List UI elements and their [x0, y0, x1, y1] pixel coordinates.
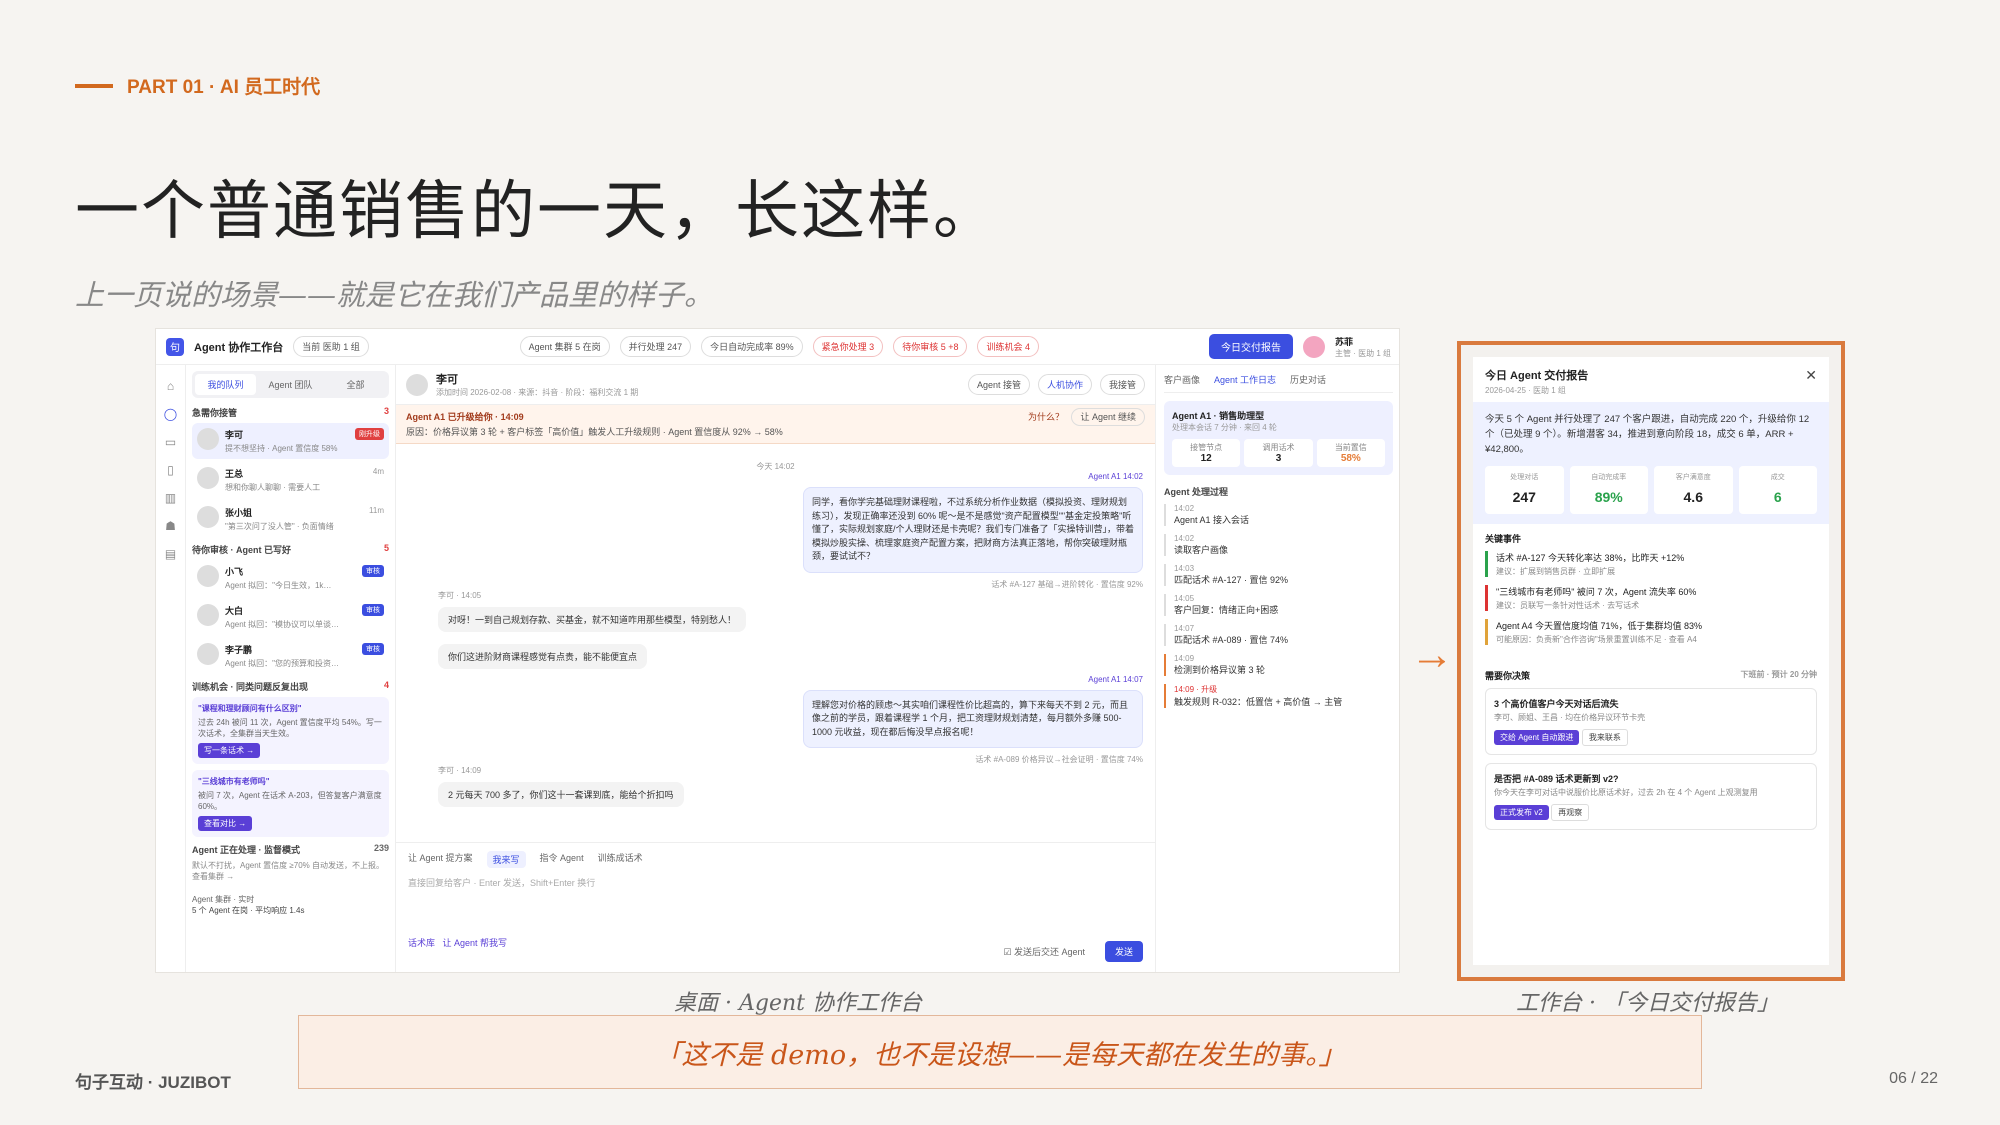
workbench-screenshot: 句 Agent 协作工作台 当前 医助 1 组 Agent 集群 5 在岗 并行… — [155, 328, 1400, 973]
app-topbar: 句 Agent 协作工作台 当前 医助 1 组 Agent 集群 5 在岗 并行… — [156, 329, 1399, 365]
chart-icon[interactable]: ▥ — [156, 491, 185, 505]
agent-message: 同学，看你学完基础理财课程啦，不过系统分析作业数据（模拟投资、理财规划练习），发… — [803, 487, 1143, 573]
avatar[interactable] — [1302, 335, 1325, 358]
fleet-label: Agent 集群 · 实时 — [192, 895, 255, 904]
chat-meta: 添加时间 2026-02-08 · 来源：抖音 · 阶段：福利交流 1 期 — [436, 388, 639, 397]
book-icon[interactable]: ▯ — [156, 463, 185, 477]
key-events: 关键事件 话术 #A-127 今天转化率达 38%，比昨天 +12% 建议：扩展到… — [1473, 524, 1829, 661]
section-label: PART 01 · AI 员工时代 — [75, 72, 320, 99]
caption-left: 桌面 · Agent 协作工作台 — [674, 991, 922, 1016]
alert-urgent[interactable]: 紧急你处理 3 — [812, 336, 884, 357]
arrow-right-icon: → — [1410, 630, 1454, 679]
tab-agent-log[interactable]: Agent 工作日志 — [1214, 373, 1276, 386]
agent-summary[interactable]: Agent A1 · 销售助理型 处理本会话 7 分钟 · 来回 4 轮 接管节… — [1164, 401, 1393, 475]
status-pill-rate: 今日自动完成率 89% — [701, 336, 803, 357]
list-item[interactable]: 李可 提不想坚持 · Agent 置信度 58% 刚升级 — [192, 423, 389, 459]
urgent-count: 3 — [383, 406, 389, 416]
list-item[interactable]: 王总 想和你聊人聊聊 · 需要人工 4m — [192, 462, 389, 498]
clipboard-icon[interactable]: ▤ — [156, 547, 185, 561]
message-list: 今天 14:02 Agent A1 14:02 同学，看你学完基础理财课程啦，不… — [396, 451, 1155, 841]
observe-button[interactable]: 再观察 — [1551, 804, 1590, 822]
chat-icon[interactable]: ◯ — [156, 407, 185, 421]
collab-tab[interactable]: 人机协作 — [1037, 374, 1092, 395]
section-text: PART 01 · AI 员工时代 — [127, 77, 321, 98]
daily-report-button[interactable]: 今日交付报告 — [1208, 334, 1293, 359]
training-card: "课程和理财顾问有什么区别" 过去 24h 被问 11 次，Agent 置信度平均… — [192, 697, 389, 764]
decisions: 需要你决策 下班前 · 预计 20 分钟 3 个高价值客户今天对话后流失 李可、顾姐… — [1473, 661, 1829, 846]
list-item[interactable]: 大白 Agent 拟回："模协议可以单谈… 审核 — [192, 599, 389, 635]
team-select[interactable]: 当前 医助 1 组 — [293, 336, 369, 357]
composer-tab-propose[interactable]: 让 Agent 提方案 — [408, 851, 473, 868]
nav-rail: ⌂ ◯ ▭ ▯ ▥ ☗ ▤ — [156, 365, 186, 972]
customer-message: 2 元每天 700 多了，你们这十一套课到底，能给个折扣吗 — [438, 782, 684, 807]
chat-panel: 李可 添加时间 2026-02-08 · 来源：抖音 · 阶段：福利交流 1 期 … — [396, 365, 1156, 972]
monitor-icon[interactable]: ▭ — [156, 435, 185, 449]
customer-message: 你们这进阶财商课程感觉有点贵，能不能便宜点 — [438, 643, 648, 669]
agent-takeover-tab[interactable]: Agent 接管 — [967, 374, 1030, 395]
training-card: "三线城市有老师吗" 被问 7 次，Agent 在话术 A-203，但答复客户满意… — [192, 770, 389, 837]
section-urgent: 急需你接管 — [192, 408, 238, 418]
daily-report-screenshot: 今日 Agent 交付报告 2026-04-25 · 医助 1 组 ✕ 今天 5… — [1457, 341, 1845, 981]
report-summary: 今天 5 个 Agent 并行处理了 247 个客户跟进，自动完成 220 个，… — [1473, 402, 1829, 525]
tab-history[interactable]: 历史对话 — [1290, 373, 1326, 386]
fleet-desc: 5 个 Agent 在岗 · 平均响应 1.4s — [192, 906, 305, 915]
agent-log-panel: 客户画像 Agent 工作日志 历史对话 Agent A1 · 销售助理型 处理… — [1156, 365, 1399, 972]
close-icon[interactable]: ✕ — [1805, 367, 1817, 384]
script-library-link[interactable]: 话术库 — [408, 938, 435, 948]
accent-bar — [75, 83, 113, 88]
app-name: Agent 协作工作台 — [194, 341, 284, 354]
return-agent-checkbox[interactable]: ☑ 发送后交还 Agent — [1003, 945, 1085, 958]
alert-review[interactable]: 待你审核 5 +8 — [893, 336, 968, 357]
write-script-button[interactable]: 写一条话术 → — [198, 743, 261, 758]
publish-v2-button[interactable]: 正式发布 v2 — [1494, 805, 1549, 821]
contact-myself-button[interactable]: 我来联系 — [1581, 729, 1628, 747]
caption-right: 工作台 · 「今日交付报告」 — [1516, 991, 1779, 1016]
quote-banner: 「这不是 demo，也不是设想——是每天都在发生的事。」 — [298, 1015, 1702, 1089]
footer-brand: 句子互动 · JUZIBOT — [75, 1073, 231, 1092]
watch-desc: 默认不打扰，Agent 置信度 ≥70% 自动发送，不上报。查看集群 → — [192, 861, 384, 881]
tab-customer-profile[interactable]: 客户画像 — [1164, 373, 1200, 386]
page-title: 一个普通销售的一天，长这样。 — [75, 175, 999, 249]
status-pill-agents: Agent 集群 5 在岗 — [519, 336, 610, 357]
reply-input[interactable]: 直接回复给客户 · Enter 发送，Shift+Enter 换行 — [408, 876, 1143, 936]
section-watch: Agent 正在处理 · 监督模式 — [192, 845, 300, 855]
tab-my-queue[interactable]: 我的队列 — [195, 374, 256, 395]
alert-training[interactable]: 训练机会 4 — [977, 336, 1039, 357]
home-icon[interactable]: ⌂ — [156, 379, 185, 393]
timeline: Agent 处理过程 14:02 Agent A1 接入会话 14:02 读取客户画… — [1164, 485, 1393, 708]
section-review: 待你审核 · Agent 已写好 — [192, 545, 291, 555]
list-item[interactable]: 小飞 Agent 拟回："今日生效，1k… 审核 — [192, 560, 389, 596]
page-number: 06 / 22 — [1889, 1070, 1938, 1087]
compare-button[interactable]: 查看对比 → — [198, 816, 253, 831]
composer-tab-train[interactable]: 训练成话术 — [598, 851, 643, 868]
user-name: 苏菲 — [1334, 336, 1353, 347]
customer-message: 对呀！一到自己规划存款、买基金，就不知道咋用那些模型，特别愁人！ — [438, 606, 747, 632]
app-logo-icon: 句 — [166, 337, 184, 356]
manual-tab[interactable]: 我接管 — [1099, 374, 1145, 395]
auto-followup-button[interactable]: 交给 Agent 自动跟进 — [1494, 730, 1580, 746]
page-subtitle: 上一页说的场景——就是它在我们产品里的样子。 — [75, 278, 714, 312]
agent-write-link[interactable]: 让 Agent 帮我写 — [443, 938, 508, 948]
composer-tab-write[interactable]: 我来写 — [486, 851, 526, 868]
chat-contact-name: 李可 — [436, 374, 458, 386]
continue-agent-button[interactable]: 让 Agent 继续 — [1071, 408, 1145, 426]
composer: 让 Agent 提方案 我来写 指令 Agent 训练成话术 直接回复给客户 ·… — [396, 842, 1155, 972]
tab-all[interactable]: 全部 — [325, 374, 386, 395]
report-header: 今日 Agent 交付报告 2026-04-25 · 医助 1 组 ✕ — [1473, 357, 1829, 402]
team-icon[interactable]: ☗ — [156, 519, 185, 533]
composer-tab-command[interactable]: 指令 Agent — [540, 851, 584, 868]
send-button[interactable]: 发送 — [1104, 941, 1143, 962]
why-link[interactable]: 为什么？ — [1028, 412, 1064, 422]
escalation-alert: Agent A1 已升级给你 · 14:09 为什么？ 让 Agent 继续 原… — [396, 405, 1155, 444]
tab-agent-team[interactable]: Agent 团队 — [260, 374, 321, 395]
section-training: 训练机会 · 同类问题反复出现 — [192, 682, 308, 692]
user-role: 主管 · 医助 1 组 — [1334, 348, 1391, 358]
queue-panel: 我的队列 Agent 团队 全部 急需你接管 3 李可 提不想坚持 · Agent … — [186, 365, 396, 972]
status-pill-parallel: 并行处理 247 — [619, 336, 692, 357]
list-item[interactable]: 李子鹏 Agent 拟回："您的预算和投资… 审核 — [192, 638, 389, 674]
list-item[interactable]: 张小姐 "第三次问了没人管" · 负面情绪 11m — [192, 501, 389, 537]
agent-message: 理解您对价格的顾虑～其实咱们课程性价比超高的，算下来每天不到 2 元，而且像之前… — [803, 689, 1143, 748]
